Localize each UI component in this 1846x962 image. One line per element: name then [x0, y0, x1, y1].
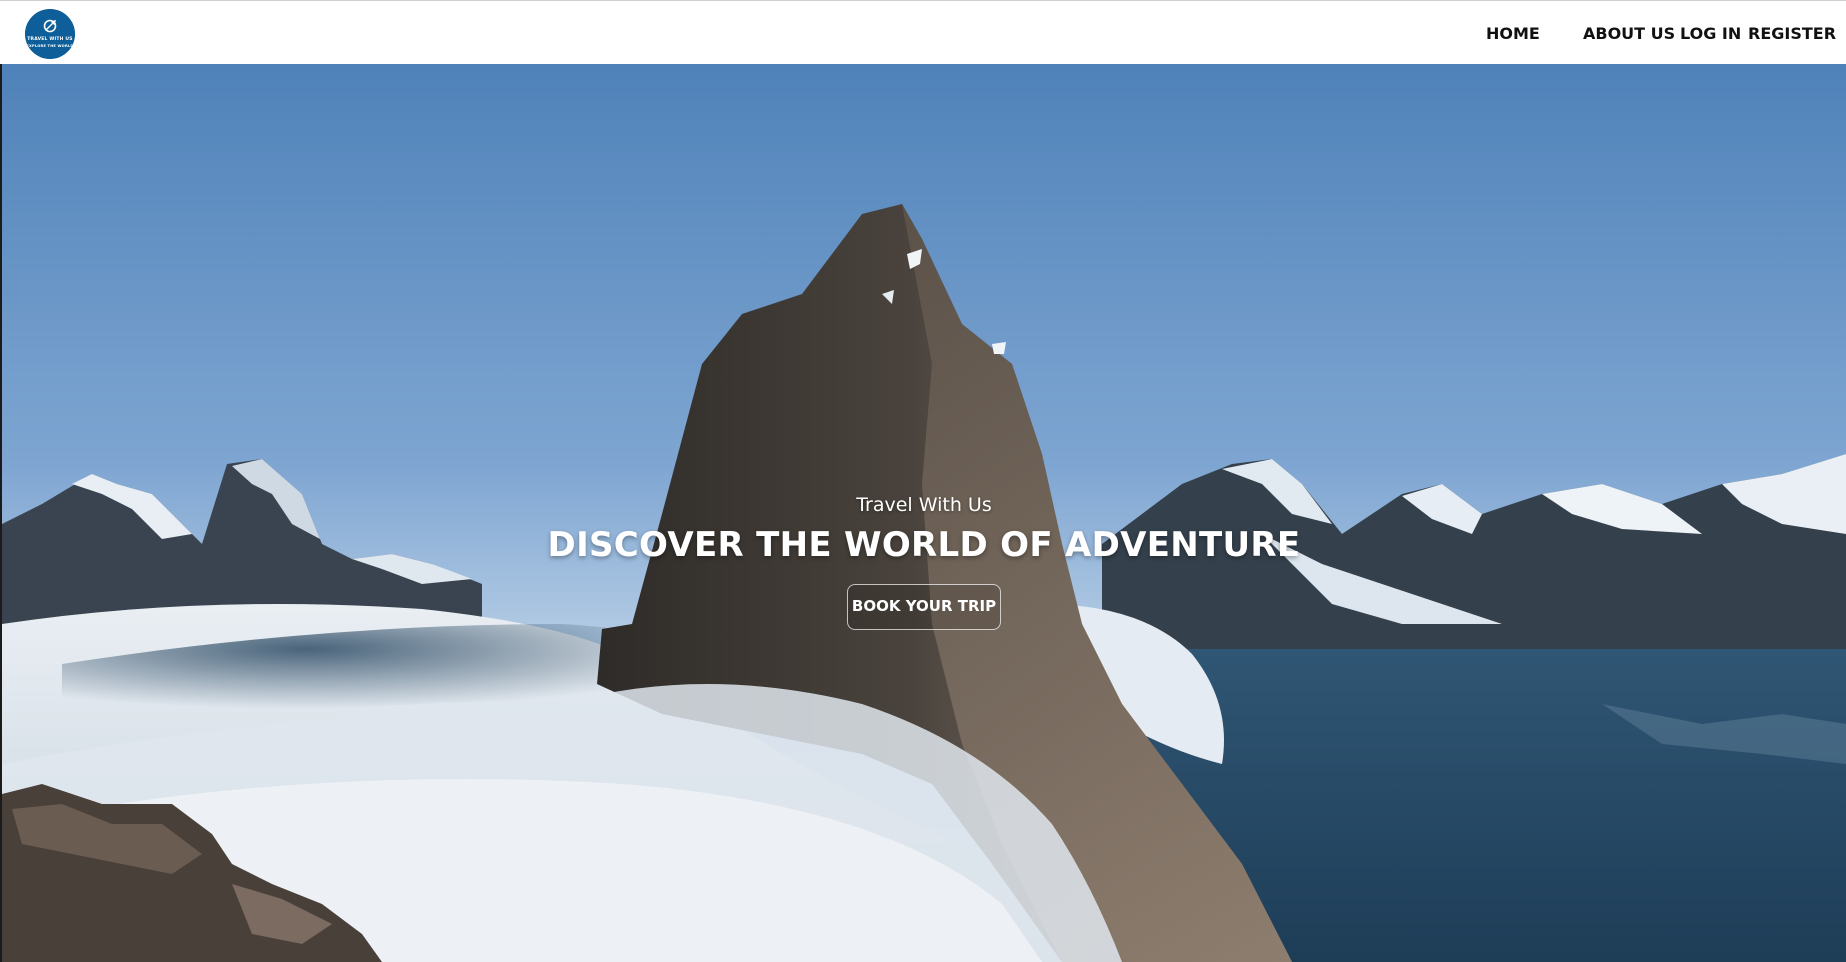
hero-content: Travel With Us DISCOVER THE WORLD OF ADV…: [2, 64, 1846, 962]
logo[interactable]: TRAVEL WITH US EXPLORE THE WORLD: [25, 9, 75, 59]
travel-logo-icon: [25, 9, 75, 59]
navbar: TRAVEL WITH US EXPLORE THE WORLD HOME AB…: [0, 0, 1846, 64]
nav-log-in[interactable]: LOG IN: [1680, 24, 1741, 43]
hero-headline: DISCOVER THE WORLD OF ADVENTURE: [547, 525, 1301, 565]
hero-subtitle: Travel With Us: [856, 494, 992, 516]
book-your-trip-button[interactable]: BOOK YOUR TRIP: [847, 584, 1001, 630]
nav-register[interactable]: REGISTER: [1748, 24, 1836, 43]
logo-line-1: TRAVEL WITH US: [27, 37, 73, 42]
hero-section: Travel With Us DISCOVER THE WORLD OF ADV…: [2, 64, 1846, 962]
nav-home[interactable]: HOME: [1486, 24, 1540, 43]
page: TRAVEL WITH US EXPLORE THE WORLD HOME AB…: [0, 0, 1846, 962]
logo-line-2: EXPLORE THE WORLD: [26, 44, 74, 48]
nav-about-us[interactable]: ABOUT US: [1583, 24, 1675, 43]
